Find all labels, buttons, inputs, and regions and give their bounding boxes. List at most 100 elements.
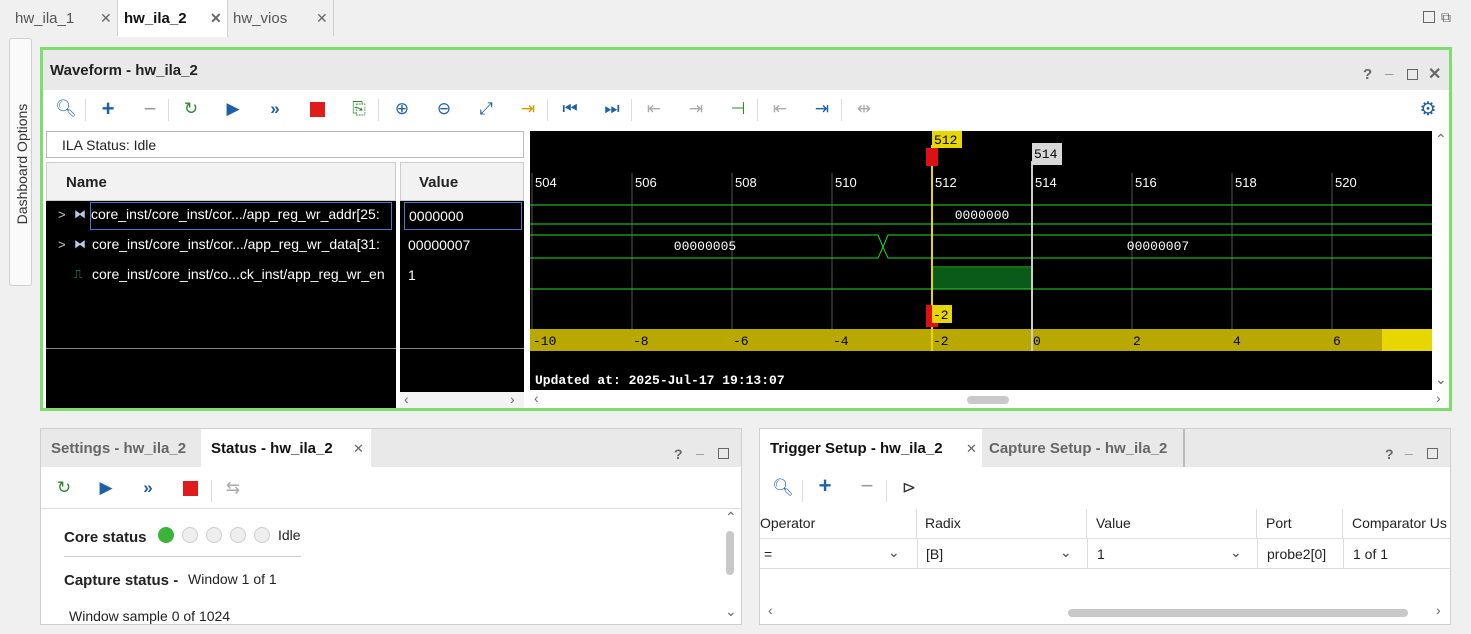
operator-select[interactable]: = ⌄: [760, 539, 916, 569]
waveform-canvas[interactable]: 504 506 508 510 512 514 516 518 520 0000000 0000…: [530, 131, 1432, 390]
rel-tick-label: -10: [533, 334, 556, 349]
tab-hw-ila-1[interactable]: hw_ila_1 ✕: [0, 0, 118, 36]
chevron-left-icon[interactable]: ‹: [768, 602, 773, 618]
add-icon[interactable]: +: [98, 96, 118, 121]
close-icon[interactable]: ✕: [966, 441, 977, 457]
close-icon[interactable]: ✕: [353, 441, 364, 457]
search-icon[interactable]: 🔍︎: [55, 99, 77, 119]
table-row[interactable]: = ⌄ [B] ⌄ 1 ⌄ probe2[0] 1 of 1: [760, 539, 1450, 569]
signal-row[interactable]: > ⧓ core_inst/core_inst/cor.../app_reg_w…: [46, 201, 396, 231]
rel-tick-label: -6: [733, 334, 749, 349]
waveform-vscrollbar[interactable]: ⌃ ⌄: [1432, 131, 1449, 390]
signal-row[interactable]: > ⧓ core_inst/core_inst/cor.../app_reg_w…: [46, 231, 396, 261]
chevron-right-icon[interactable]: ›: [1436, 390, 1441, 406]
add-icon[interactable]: +: [815, 473, 835, 498]
remove-icon[interactable]: −: [140, 96, 160, 121]
scroll-thumb[interactable]: [967, 396, 1009, 404]
dashboard-options-label: Dashboard Options: [14, 103, 30, 225]
signal-value-list: 0000000 00000007 1: [400, 201, 524, 408]
help-icon[interactable]: ?: [1363, 66, 1372, 83]
run-trigger-immediate-icon[interactable]: ↻: [54, 478, 74, 498]
go-to-end-icon[interactable]: ⏭: [602, 99, 622, 119]
run-trigger-icon[interactable]: ▶: [223, 99, 243, 119]
maximize-icon[interactable]: [718, 448, 729, 459]
tab-capture-setup[interactable]: Capture Setup - hw_ila_2: [989, 429, 1185, 467]
next-marker-icon[interactable]: ⇥: [812, 99, 832, 119]
run-trigger-immediate-icon[interactable]: ↻: [181, 99, 201, 119]
tab-trigger-setup[interactable]: Trigger Setup - hw_ila_2 ✕: [760, 429, 982, 467]
tab-hw-ila-2[interactable]: hw_ila_2 ✕: [118, 0, 228, 37]
zoom-fit-icon[interactable]: ⤢: [476, 99, 496, 119]
chevron-left-icon[interactable]: ‹: [534, 390, 539, 406]
tab-hw-vios[interactable]: hw_vios ✕: [228, 0, 334, 36]
waveform-hscrollbar[interactable]: ‹ ›: [530, 390, 1449, 408]
close-icon[interactable]: ✕: [100, 10, 112, 27]
status-vscrollbar[interactable]: ⌃ ⌄: [721, 509, 741, 624]
window-sample-text: Window sample 0 of 1024: [69, 608, 231, 624]
tab-label: Capture Setup - hw_ila_2: [989, 439, 1168, 457]
minimize-icon[interactable]: _: [696, 440, 704, 456]
go-to-start-icon[interactable]: ⏮: [560, 99, 580, 119]
stop-icon[interactable]: [180, 478, 200, 498]
previous-transition-icon[interactable]: ⇤: [644, 99, 664, 119]
help-icon[interactable]: ?: [674, 446, 683, 462]
remove-icon[interactable]: −: [857, 473, 877, 498]
signal-row[interactable]: ⎍ core_inst/core_inst/co...ck_inst/app_r…: [46, 261, 396, 291]
boolean-gate-icon[interactable]: ⊳: [899, 478, 919, 498]
help-icon[interactable]: ?: [1385, 446, 1394, 462]
close-icon[interactable]: ✕: [316, 10, 328, 27]
add-marker-icon[interactable]: ⊣: [728, 99, 748, 119]
zoom-in-icon[interactable]: ⊕: [392, 99, 412, 119]
maximize-icon[interactable]: [1407, 69, 1418, 80]
settings-sync-icon[interactable]: ⇆: [223, 478, 243, 498]
chevron-right-icon[interactable]: ›: [510, 391, 515, 407]
maximize-icon[interactable]: [1427, 448, 1438, 459]
previous-marker-icon[interactable]: ⇤: [770, 99, 790, 119]
scroll-thumb[interactable]: [726, 531, 734, 575]
run-trigger-icon[interactable]: ▶: [96, 478, 116, 498]
chevron-right-icon[interactable]: ›: [1436, 602, 1441, 618]
export-icon[interactable]: ⎘: [349, 99, 369, 119]
close-icon[interactable]: ✕: [210, 10, 222, 27]
close-icon[interactable]: ✕: [1428, 64, 1441, 84]
auto-retrigger-icon[interactable]: »: [265, 99, 285, 119]
zoom-out-icon[interactable]: ⊖: [434, 99, 454, 119]
trigger-hscrollbar[interactable]: ‹ ›: [760, 602, 1450, 624]
chevron-right-icon[interactable]: >: [58, 207, 66, 222]
minimize-icon[interactable]: _: [1385, 60, 1393, 77]
tab-settings[interactable]: Settings - hw_ila_2: [51, 429, 186, 467]
minimize-icon[interactable]: _: [1405, 440, 1413, 456]
radix-select[interactable]: [B] ⌄: [917, 539, 1086, 569]
value-column-header[interactable]: Value: [400, 162, 524, 201]
value-select[interactable]: 1 ⌄: [1087, 539, 1256, 569]
name-column-header[interactable]: Name: [46, 162, 396, 201]
stop-icon[interactable]: [307, 99, 327, 119]
rel-tick-label: 0: [1033, 334, 1041, 349]
chevron-up-icon[interactable]: ⌃: [725, 509, 737, 526]
restore-icon[interactable]: ⧉: [1441, 9, 1451, 26]
signal-value: 1: [408, 267, 416, 283]
chevron-down-icon[interactable]: ⌄: [1435, 371, 1447, 388]
radix-value: [B]: [926, 546, 944, 562]
bus-icon: ⧓: [74, 207, 86, 221]
chevron-down-icon[interactable]: ⌄: [725, 603, 737, 620]
port-value: probe2[0]: [1267, 546, 1327, 562]
dashboard-options-strip[interactable]: Dashboard Options: [9, 38, 32, 286]
chevron-right-icon[interactable]: >: [58, 237, 66, 252]
next-transition-icon[interactable]: ⇥: [686, 99, 706, 119]
value-hscrollbar[interactable]: ‹ ›: [400, 391, 524, 408]
rel-tick-label: 6: [1333, 334, 1341, 349]
tab-status[interactable]: Status - hw_ila_2 ✕: [201, 429, 371, 467]
chevron-left-icon[interactable]: ‹: [404, 391, 409, 407]
go-to-cursor-icon[interactable]: ⇥: [518, 99, 538, 119]
swap-cursors-icon[interactable]: ⇹: [854, 99, 874, 119]
gear-icon[interactable]: ⚙: [1418, 99, 1438, 120]
auto-retrigger-icon[interactable]: »: [138, 478, 158, 498]
waveform-toolbar: 🔍︎ + − ↻ ▶ » ⎘ ⊕ ⊖ ⤢ ⇥ ⏮ ⏭ ⇤ ⇥ ⊣ ⇤ ⇥ ⇹ ⚙: [43, 90, 1449, 130]
rel-tick-label: 4: [1233, 334, 1241, 349]
scroll-thumb[interactable]: [1068, 609, 1408, 617]
search-icon[interactable]: 🔍︎: [772, 478, 794, 498]
chevron-up-icon[interactable]: ⌃: [1435, 131, 1447, 148]
maximize-icon[interactable]: [1423, 11, 1435, 23]
status-dot-active: [158, 527, 174, 543]
